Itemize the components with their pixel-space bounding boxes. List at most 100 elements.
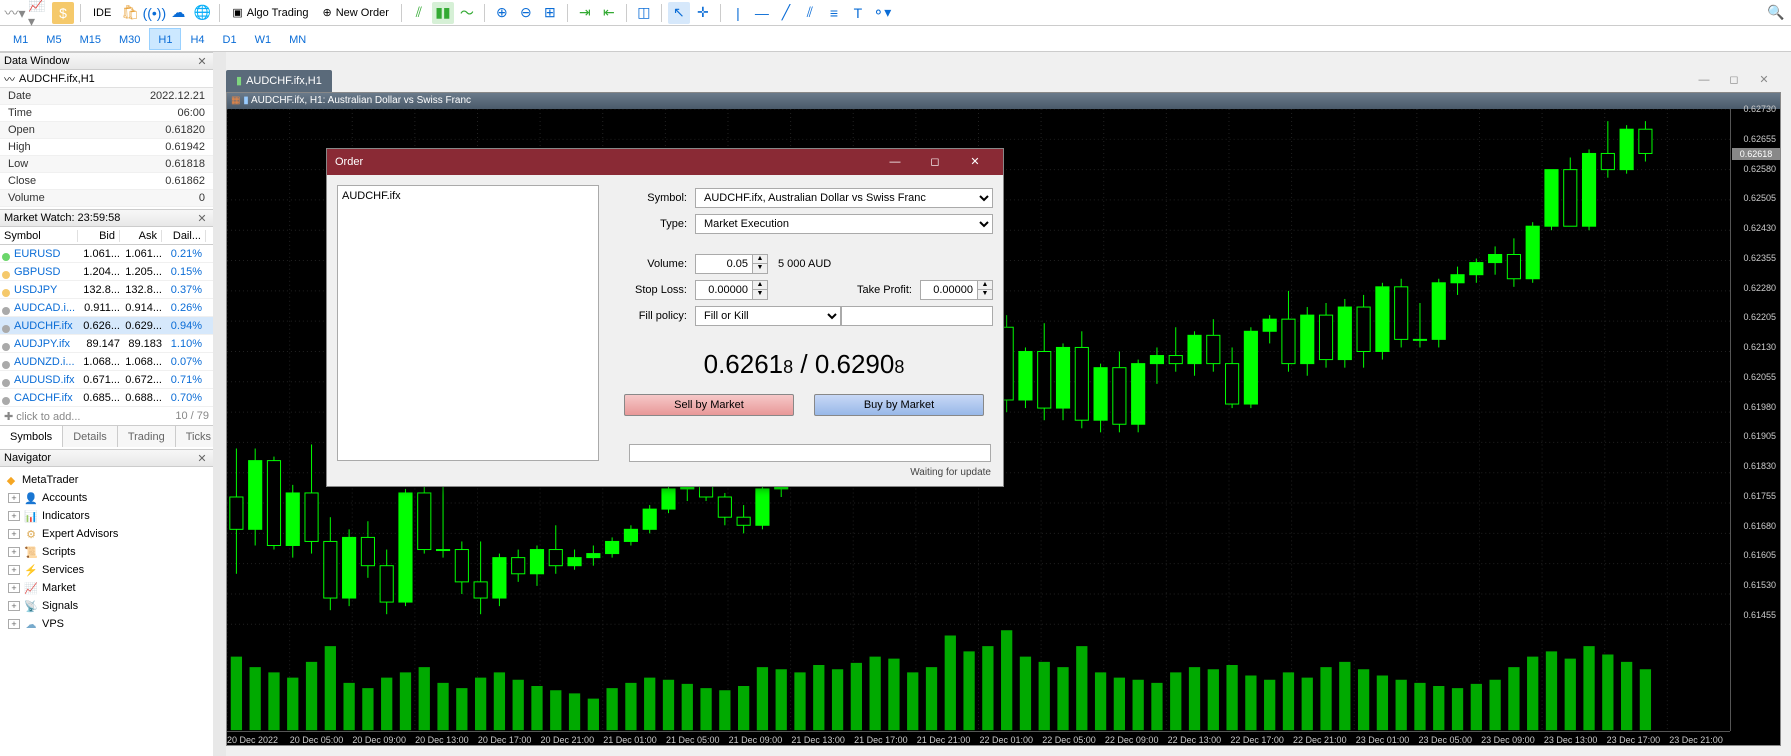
fill-label: Fill policy: [615, 310, 695, 322]
chart-style-dropdown[interactable]: 📈▾ [28, 2, 50, 24]
time-axis[interactable]: 20 Dec 202220 Dec 05:0020 Dec 09:0020 De… [227, 731, 1730, 745]
tf-D1[interactable]: D1 [214, 28, 246, 50]
dollar-icon[interactable]: $ [52, 2, 74, 24]
price-axis[interactable]: 0.627300.626550.625800.625050.624300.623… [1730, 109, 1780, 731]
tf-MN[interactable]: MN [280, 28, 315, 50]
market-watch-row[interactable]: CADCHF.ifx0.685...0.688...0.70% [0, 389, 213, 407]
tf-M5[interactable]: M5 [37, 28, 70, 50]
tp-input[interactable] [920, 280, 978, 300]
market-watch-row[interactable]: USDJPY132.8...132.8...0.37% [0, 281, 213, 299]
type-label: Type: [615, 218, 695, 230]
fibo-icon[interactable]: ≡ [823, 2, 845, 24]
volume-up[interactable]: ▲ [753, 255, 767, 264]
volume-input[interactable] [695, 254, 753, 274]
data-window-close-icon[interactable]: ✕ [195, 55, 209, 68]
navigator-close-icon[interactable]: ✕ [195, 452, 209, 465]
sl-up[interactable]: ▲ [753, 281, 767, 290]
order-close-icon[interactable]: ✕ [955, 149, 995, 175]
chart-close-icon[interactable]: ✕ [1750, 71, 1778, 89]
tp-down[interactable]: ▼ [978, 290, 992, 299]
market-watch-row[interactable]: EURUSD1.061...1.061...0.21% [0, 245, 213, 263]
market-watch-row[interactable]: AUDCHF.ifx0.626...0.629...0.94% [0, 317, 213, 335]
hline-icon[interactable]: — [751, 2, 773, 24]
chart-type-dropdown[interactable]: 〰▾ [4, 2, 26, 24]
chart-tab[interactable]: ▮ AUDCHF.ifx,H1 [226, 70, 332, 92]
crosshair-icon[interactable]: ✛ [692, 2, 714, 24]
buy-button[interactable]: Buy by Market [814, 394, 984, 416]
navigator-title: Navigator ✕ [0, 449, 213, 467]
tf-M15[interactable]: M15 [71, 28, 110, 50]
market-watch-close-icon[interactable]: ✕ [195, 212, 209, 225]
tp-label: Take Profit: [768, 284, 920, 296]
tf-M1[interactable]: M1 [4, 28, 37, 50]
market-watch-add[interactable]: ✚ click to add... 10 / 79 [0, 407, 213, 425]
nav-item[interactable]: +⚙Expert Advisors [0, 525, 213, 543]
line-icon[interactable]: 〜 [456, 2, 478, 24]
tf-H4[interactable]: H4 [181, 28, 213, 50]
autoscroll-icon[interactable]: ⇥ [574, 2, 596, 24]
fill-select[interactable]: Fill or Kill Comment: [695, 306, 841, 326]
vps-icon[interactable]: ☁ [167, 2, 189, 24]
mw-tab-trading[interactable]: Trading [118, 426, 176, 447]
shapes-dropdown[interactable]: ⚬▾ [871, 2, 893, 24]
data-window-symbol[interactable]: 〰 AUDCHF.ifx,H1 [0, 70, 213, 88]
zoom-out-icon[interactable]: ⊖ [515, 2, 537, 24]
chart-minimize-icon[interactable]: — [1690, 71, 1718, 89]
market-watch-row[interactable]: AUDCAD.i...0.911...0.914...0.26% [0, 299, 213, 317]
search-icon[interactable]: 🔍 [1765, 2, 1787, 24]
grid-icon[interactable]: ⊞ [539, 2, 561, 24]
candles-icon[interactable]: ▮▮ [432, 2, 454, 24]
marketplace-icon[interactable]: 🛍 [119, 2, 141, 24]
object-list-icon[interactable]: ◫ [633, 2, 655, 24]
tf-M30[interactable]: M30 [110, 28, 149, 50]
algo-trading-button[interactable]: ▣Algo Trading [226, 2, 314, 24]
nav-item[interactable]: +📡Signals [0, 597, 213, 615]
market-watch-row[interactable]: AUDUSD.ifx0.671...0.672...0.71% [0, 371, 213, 389]
nav-item[interactable]: +☁VPS [0, 615, 213, 633]
splitter[interactable] [213, 52, 226, 756]
trendline-icon[interactable]: ╱ [775, 2, 797, 24]
data-row: Time06:00 [0, 105, 213, 122]
vline-icon[interactable]: | [727, 2, 749, 24]
market-watch-row[interactable]: GBPUSD1.204...1.205...0.15% [0, 263, 213, 281]
nav-root[interactable]: ◆MetaTrader [0, 471, 213, 489]
order-maximize-icon[interactable]: ◻ [915, 149, 955, 175]
signals-icon[interactable]: ((•)) [143, 2, 165, 24]
sl-input[interactable] [695, 280, 753, 300]
cursor-icon[interactable]: ↖ [668, 2, 690, 24]
nav-item[interactable]: +📊Indicators [0, 507, 213, 525]
nav-item[interactable]: +📜Scripts [0, 543, 213, 561]
order-minimize-icon[interactable]: — [875, 149, 915, 175]
chart-line-icon: 〰 [4, 71, 15, 87]
new-order-button[interactable]: ⊕New Order [317, 2, 395, 24]
symbol-select[interactable]: AUDCHF.ifx, Australian Dollar vs Swiss F… [695, 188, 993, 208]
tf-W1[interactable]: W1 [246, 28, 281, 50]
sl-down[interactable]: ▼ [753, 290, 767, 299]
order-dialog: Order — ◻ ✕ AUDCHF.ifx Symbol: AUDCHF.if… [326, 148, 1004, 487]
main-toolbar: 〰▾ 📈▾ $ IDE 🛍 ((•)) ☁ 🌐 ▣Algo Trading ⊕N… [0, 0, 1791, 26]
market-watch-row[interactable]: AUDJPY.ifx89.14789.1831.10% [0, 335, 213, 353]
mw-tab-symbols[interactable]: Symbols [0, 426, 63, 447]
type-select[interactable]: Market Execution [695, 214, 993, 234]
tf-H1[interactable]: H1 [149, 28, 181, 50]
nav-item[interactable]: +📈Market [0, 579, 213, 597]
mw-tab-details[interactable]: Details [63, 426, 118, 447]
sell-button[interactable]: Sell by Market [624, 394, 794, 416]
symbol-label: Symbol: [615, 192, 695, 204]
chartshift-icon[interactable]: ⇤ [598, 2, 620, 24]
text-icon[interactable]: T [847, 2, 869, 24]
nav-item[interactable]: +👤Accounts [0, 489, 213, 507]
volume-down[interactable]: ▼ [753, 264, 767, 273]
comment-input[interactable] [841, 306, 993, 326]
order-titlebar[interactable]: Order — ◻ ✕ [327, 149, 1003, 175]
ide-button[interactable]: IDE [87, 2, 117, 24]
channel-icon[interactable]: ⫽ [799, 2, 821, 24]
market-watch-row[interactable]: AUDNZD.i...1.068...1.068...0.07% [0, 353, 213, 371]
zoom-in-icon[interactable]: ⊕ [491, 2, 513, 24]
bars-icon[interactable]: ⫽ [408, 2, 430, 24]
order-chart-preview: AUDCHF.ifx [337, 185, 599, 461]
chart-maximize-icon[interactable]: ◻ [1720, 71, 1748, 89]
globe-icon[interactable]: 🌐 [191, 2, 213, 24]
nav-item[interactable]: +⚡Services [0, 561, 213, 579]
tp-up[interactable]: ▲ [978, 281, 992, 290]
